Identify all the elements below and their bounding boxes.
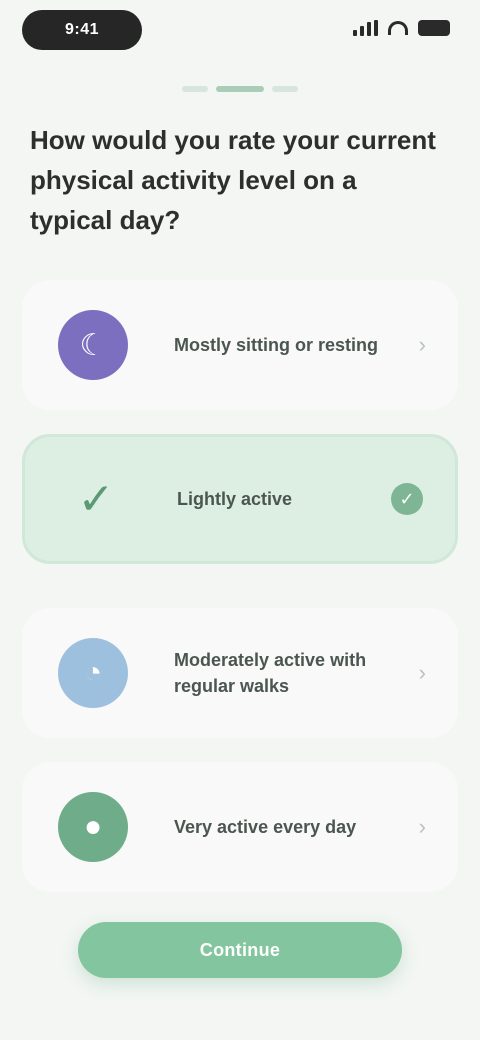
progress-step-3 [272, 86, 298, 92]
options-list: ☾ Mostly sitting or resting › ✓ Lightly … [22, 280, 458, 916]
chevron-right-icon: › [418, 332, 426, 357]
status-time: 9:41 [22, 10, 142, 50]
status-bar: 9:41 [0, 0, 480, 64]
chevron-right-icon: › [418, 660, 426, 685]
continue-button[interactable]: Continue [78, 922, 402, 978]
run-icon: ● [58, 792, 128, 862]
option-label: Lightly active [177, 489, 293, 509]
question-title: How would you rate your current physical… [30, 125, 436, 235]
progress-step-1 [182, 86, 208, 92]
walk-icon: ◔ [58, 638, 128, 708]
wifi-icon [388, 21, 408, 35]
option-label: Very active every day [174, 817, 357, 837]
option-label: Mostly sitting or resting [174, 335, 379, 355]
option-very-active[interactable]: ● Very active every day › [22, 762, 458, 892]
option-sedentary[interactable]: ☾ Mostly sitting or resting › [22, 280, 458, 410]
status-icons [353, 20, 450, 36]
progress-step-2 [216, 86, 264, 92]
option-moderately-active[interactable]: ◔ Moderately active with regular walks › [22, 608, 458, 738]
check-icon: ✓ [77, 474, 115, 524]
couch-icon: ☾ [58, 310, 128, 380]
selected-indicator-icon: ✓ [391, 483, 423, 515]
step-progress [0, 86, 480, 92]
option-label: Moderately active with regular walks [174, 650, 367, 696]
battery-icon [418, 20, 450, 36]
option-lightly-active[interactable]: ✓ Lightly active ✓ [22, 434, 458, 564]
chevron-right-icon: › [418, 814, 426, 839]
signal-icon [353, 20, 378, 36]
